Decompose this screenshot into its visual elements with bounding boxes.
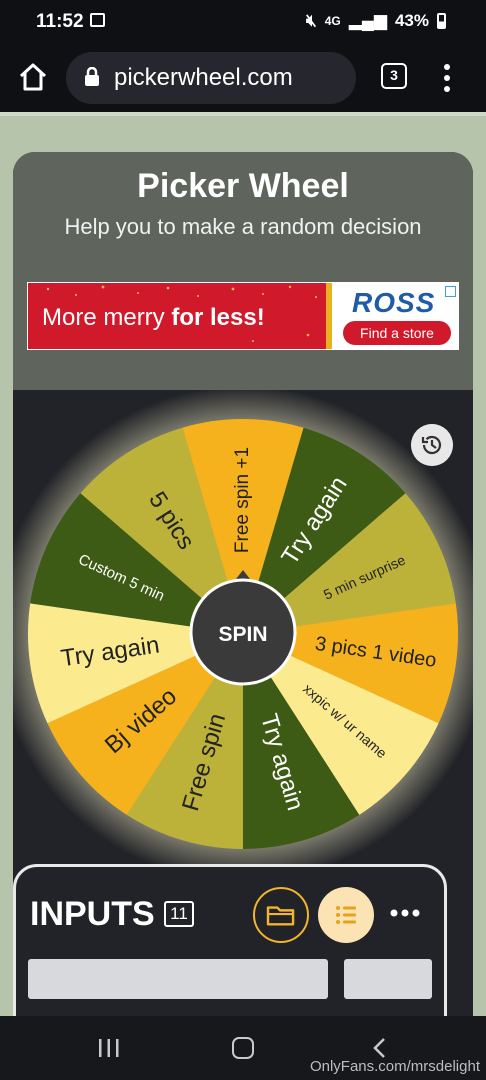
ad-text-bold: for less!: [171, 304, 265, 331]
browser-toolbar: pickerwheel.com 3: [0, 44, 486, 112]
history-icon[interactable]: [411, 424, 453, 466]
inputs-panel: INPUTS 11: [13, 864, 447, 1016]
more-vert-icon[interactable]: [444, 62, 450, 94]
recents-icon[interactable]: [98, 1038, 120, 1058]
add-entry-button[interactable]: [344, 959, 432, 999]
back-icon[interactable]: [372, 1037, 386, 1059]
folder-button[interactable]: [253, 887, 309, 943]
list-icon: [336, 906, 356, 924]
battery-icon: [437, 13, 446, 29]
inputs-count-badge: 11: [164, 901, 194, 927]
list-view-button[interactable]: [318, 887, 374, 943]
folder-icon: [266, 906, 295, 926]
status-time: 11:52: [36, 11, 84, 32]
home-nav-icon[interactable]: [232, 1037, 254, 1059]
network-label: 4G: [324, 14, 341, 28]
signal-icon: ▂▄▆: [348, 11, 387, 30]
wheel-segment-label: Free spin +1: [232, 447, 253, 553]
gallery-notification-icon: [90, 13, 105, 27]
mute-icon: 🔇︎: [306, 11, 317, 30]
ad-brand-logo: ROSS: [352, 287, 436, 318]
ad-headline: More merry for less!: [42, 304, 265, 332]
tab-switcher-button[interactable]: 3: [381, 63, 407, 89]
address-bar[interactable]: pickerwheel.com: [66, 52, 356, 104]
page-subtitle: Help you to make a random decision: [64, 214, 422, 239]
watermark-text: OnlyFans.com/mrsdelight: [309, 1058, 480, 1075]
status-indicators: 🔇︎ 4G ▂▄▆ 43%: [306, 11, 446, 31]
ad-cta-button[interactable]: Find a store: [343, 321, 451, 345]
adchoices-icon[interactable]: [445, 286, 456, 297]
picker-wheel[interactable]: Free spin +1 Try again5 min surprise3 pic…: [13, 390, 473, 910]
ad-banner[interactable]: More merry for less! ROSS Find a store: [27, 282, 459, 350]
entry-input[interactable]: [28, 959, 328, 999]
card-header: Picker Wheel Help you to make a random d…: [13, 152, 473, 390]
url-text: pickerwheel.com: [114, 64, 293, 91]
status-bar: 11:52 🔇︎ 4G ▂▄▆ 43%: [0, 0, 486, 44]
page-content: Picker Wheel Help you to make a random d…: [0, 112, 486, 1016]
page-title: Picker Wheel: [137, 167, 349, 205]
home-icon[interactable]: [18, 62, 48, 92]
spin-label: SPIN: [218, 623, 267, 646]
ad-text-regular: More merry: [42, 304, 172, 331]
system-nav-bar: OnlyFans.com/mrsdelight: [0, 1016, 486, 1080]
inputs-title: INPUTS: [30, 895, 155, 933]
lock-icon: [85, 67, 99, 86]
battery-percent: 43%: [394, 11, 429, 30]
more-horiz-icon[interactable]: [390, 909, 420, 917]
